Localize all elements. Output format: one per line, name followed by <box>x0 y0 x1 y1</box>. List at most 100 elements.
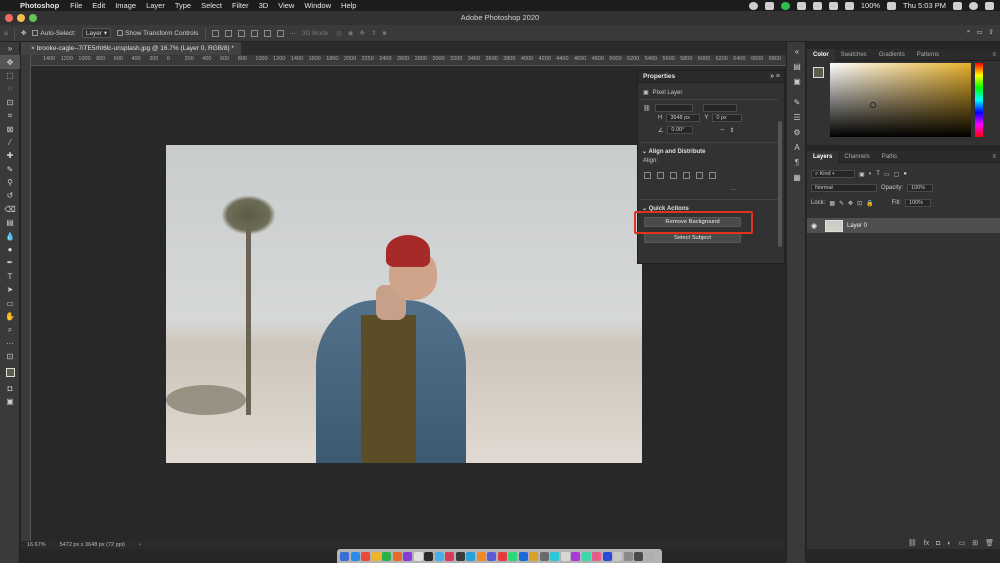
dock-app-icon[interactable] <box>634 551 643 561</box>
quick-mask-icon[interactable]: ◘ <box>0 381 20 394</box>
layer-mask-icon[interactable]: ◘ <box>936 540 940 547</box>
dock-app-icon[interactable] <box>361 551 370 561</box>
link-layers-icon[interactable]: ⛓ <box>908 539 917 547</box>
eraser-tool-icon[interactable]: ⌫ <box>0 203 20 216</box>
dock-app-icon[interactable] <box>403 551 412 561</box>
share-icon[interactable]: ⇪ <box>989 28 994 36</box>
menu-layer[interactable]: Layer <box>141 1 170 10</box>
lock-image-icon[interactable]: ✎ <box>839 200 844 207</box>
layer-row[interactable]: ◉ Layer 0 <box>807 218 1000 233</box>
tab-patterns[interactable]: Patterns <box>911 49 945 61</box>
auto-select-checkbox[interactable] <box>32 29 39 36</box>
adjustment-layer-icon[interactable]: ◐ <box>947 540 951 547</box>
flip-horizontal-icon[interactable]: ⇔ <box>719 127 725 133</box>
screen-mode-icon[interactable]: ▣ <box>0 395 20 408</box>
kind-filter-dropdown[interactable]: ⌕ Kind ▾ <box>811 170 855 178</box>
color-picker-field[interactable] <box>830 63 971 137</box>
menu-select[interactable]: Select <box>196 1 227 10</box>
align-horizontal-centers-icon[interactable] <box>224 29 232 37</box>
layer-thumbnail[interactable] <box>825 219 843 232</box>
opacity-field[interactable]: 100% <box>907 184 934 192</box>
clone-stamp-tool-icon[interactable]: ⚲ <box>0 176 20 189</box>
dock-app-icon[interactable] <box>613 551 622 561</box>
more-tools-icon[interactable]: ··· <box>0 337 20 350</box>
hue-slider[interactable] <box>975 63 983 137</box>
zoom-level[interactable]: 16.67% <box>27 542 46 548</box>
collapse-panel-icon[interactable]: » ≡ <box>770 73 780 80</box>
workspace-icon[interactable]: ▭ <box>976 28 982 36</box>
status-menu-icon[interactable]: › <box>139 542 141 548</box>
dock-app-icon[interactable] <box>571 551 580 561</box>
menu-type[interactable]: Type <box>170 1 196 10</box>
dock-app-icon[interactable] <box>424 551 433 561</box>
dodge-tool-icon[interactable]: ● <box>0 243 20 256</box>
collapse-toolbar-icon[interactable]: » <box>0 42 20 55</box>
path-selection-tool-icon[interactable]: ➤ <box>0 283 20 296</box>
close-window-button[interactable] <box>5 14 13 22</box>
zoom-tool-icon[interactable]: ⌕ <box>0 323 20 336</box>
dock-app-icon[interactable] <box>529 551 538 561</box>
brush-panel-icon[interactable]: ✎ <box>787 95 807 110</box>
delete-layer-icon[interactable]: 🗑 <box>985 539 994 547</box>
properties-panel-icon[interactable]: ▣ <box>787 74 807 89</box>
flip-vertical-icon[interactable]: ⇕ <box>729 127 734 134</box>
paragraph-panel-icon[interactable]: ¶ <box>787 155 807 170</box>
align-left-edges-icon[interactable] <box>211 29 219 37</box>
align-bottom-edges-icon[interactable] <box>276 29 284 37</box>
align-bottom-icon[interactable] <box>709 172 716 179</box>
dock-app-icon[interactable] <box>508 551 517 561</box>
layer-name[interactable]: Layer 0 <box>847 223 867 229</box>
dock-app-icon[interactable] <box>487 551 496 561</box>
align-vertical-centers-icon[interactable] <box>263 29 271 37</box>
new-group-icon[interactable]: ▭ <box>959 539 966 547</box>
color-picker-cursor[interactable] <box>870 102 876 108</box>
user-avatar-icon[interactable] <box>969 1 978 10</box>
collapse-panels-icon[interactable]: « <box>787 44 807 59</box>
foreground-color-swatch[interactable] <box>813 67 824 78</box>
menu-image[interactable]: Image <box>110 1 141 10</box>
dock-app-icon[interactable] <box>476 551 486 561</box>
dock-app-icon[interactable] <box>382 551 391 561</box>
home-icon[interactable]: ⌂ <box>4 30 8 37</box>
3d-roll-icon[interactable]: ◉ <box>348 29 354 37</box>
auto-select-dropdown[interactable]: Layer ▾ <box>81 28 112 38</box>
lock-all-icon[interactable]: 🔒 <box>866 200 873 207</box>
blur-tool-icon[interactable]: 💧 <box>0 229 20 242</box>
new-layer-icon[interactable]: ⊞ <box>972 539 978 547</box>
align-top-icon[interactable] <box>683 172 690 179</box>
type-tool-icon[interactable]: T <box>0 270 20 283</box>
fill-field[interactable]: 100% <box>904 199 931 207</box>
rectangle-tool-icon[interactable]: ▭ <box>0 296 20 309</box>
y-field[interactable]: 0 px <box>712 114 743 122</box>
layer-style-icon[interactable]: fx <box>924 540 929 547</box>
healing-brush-tool-icon[interactable]: ✚ <box>0 149 20 162</box>
glyphs-panel-icon[interactable]: ▦ <box>787 170 807 185</box>
marquee-tool-icon[interactable]: ⬚ <box>0 69 20 82</box>
transform-controls-toggle[interactable]: Show Transform Controls <box>117 29 199 37</box>
move-tool-icon[interactable]: ✥ <box>0 55 20 69</box>
more-options-icon[interactable]: ··· <box>290 30 297 37</box>
auto-select-toggle[interactable]: Auto-Select: <box>32 29 76 37</box>
brush-tool-icon[interactable]: ✎ <box>0 163 20 176</box>
pen-tool-icon[interactable]: ✒ <box>0 256 20 269</box>
dock-app-icon[interactable] <box>434 551 444 561</box>
lasso-tool-icon[interactable]: ◌ <box>0 82 20 95</box>
default-colors-icon[interactable]: ⊡ <box>0 350 20 363</box>
align-center-icon[interactable] <box>657 172 664 179</box>
dock-app-icon[interactable] <box>592 551 601 561</box>
dock-app-icon[interactable] <box>455 551 465 561</box>
dock-app-icon[interactable] <box>350 551 360 561</box>
3d-drag-icon[interactable]: ✥ <box>360 29 365 37</box>
dock-app-icon[interactable] <box>392 551 402 561</box>
dock-app-icon[interactable] <box>413 551 423 561</box>
transform-controls-checkbox[interactable] <box>117 29 124 36</box>
facetime-icon[interactable] <box>780 1 790 10</box>
battery-percent[interactable]: 100% <box>861 1 880 10</box>
lock-position-icon[interactable]: ✥ <box>848 200 853 207</box>
filter-smart-object-icon[interactable]: ▢ <box>894 171 900 178</box>
align-middle-icon[interactable] <box>696 172 703 179</box>
dock-app-icon[interactable] <box>581 551 591 561</box>
object-selection-tool-icon[interactable]: ⊡ <box>0 96 20 109</box>
frame-tool-icon[interactable]: ⊠ <box>0 122 20 135</box>
visibility-eye-icon[interactable]: ◉ <box>807 222 821 230</box>
